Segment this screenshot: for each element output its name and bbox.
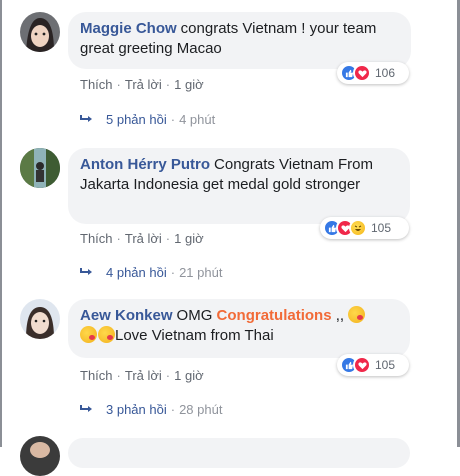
reaction-count: 105	[375, 358, 396, 372]
haha-icon	[349, 219, 367, 237]
reply-link[interactable]: Trả lời	[125, 368, 162, 383]
separator-dot: ·	[165, 231, 171, 246]
view-replies[interactable]: 3 phản hồi · 28 phút	[80, 402, 222, 418]
view-replies[interactable]: 4 phản hồi · 21 phút	[80, 265, 222, 281]
comment-actions: Thích · Trả lời · 1 giờ	[80, 368, 204, 384]
reply-link[interactable]: Trả lời	[125, 231, 162, 246]
comment-text-part: OMG	[176, 307, 213, 324]
separator-dot: ·	[170, 112, 176, 127]
timestamp[interactable]: 1 giờ	[174, 77, 204, 92]
reply-arrow-icon	[80, 265, 94, 281]
replies-time: 4 phút	[179, 112, 216, 127]
like-link[interactable]: Thích	[80, 368, 113, 383]
separator-dot: ·	[116, 368, 121, 383]
timestamp[interactable]: 1 giờ	[174, 368, 204, 383]
avatar[interactable]	[20, 148, 60, 188]
replies-time: 28 phút	[179, 402, 223, 417]
reaction-summary[interactable]: 105	[320, 217, 409, 239]
comment-text-part: ,,	[335, 307, 345, 324]
reaction-count: 106	[375, 66, 396, 80]
avatar[interactable]	[20, 12, 60, 52]
kiss-emoji-icon	[98, 326, 115, 343]
comment-actions: Thích · Trả lời · 1 giờ	[80, 231, 204, 247]
comment-bubble: Aew Konkew OMG Congratulations ,, Love Vi…	[68, 299, 410, 358]
comment-actions: Thích · Trả lời · 1 giờ	[80, 77, 204, 93]
comment-author[interactable]: Aew Konkew	[80, 307, 173, 324]
view-replies[interactable]: 5 phản hồi · 4 phút	[80, 112, 215, 128]
kiss-emoji-icon	[348, 306, 366, 323]
comment-text-part: Love Vietnam from Thai	[115, 327, 274, 344]
comment-author[interactable]: Anton Hérry Putro	[80, 156, 210, 173]
like-link[interactable]: Thích	[80, 77, 113, 92]
comment-bubble: Anton Hérry Putro Congrats Vietnam From J…	[68, 148, 410, 224]
avatar[interactable]	[20, 436, 60, 476]
highlighted-word[interactable]: Congratulations	[217, 307, 332, 324]
separator-dot: ·	[116, 231, 121, 246]
comment-bubble-partial	[68, 438, 410, 468]
reply-arrow-icon	[80, 402, 94, 418]
separator-dot: ·	[170, 402, 176, 417]
reaction-summary[interactable]: 105	[337, 354, 409, 376]
comment-author[interactable]: Maggie Chow	[80, 20, 177, 37]
replies-count[interactable]: 4 phản hồi	[106, 265, 167, 280]
timestamp[interactable]: 1 giờ	[174, 231, 204, 246]
avatar[interactable]	[20, 299, 60, 339]
love-icon	[353, 356, 371, 374]
reaction-summary[interactable]: 106	[337, 62, 409, 84]
comment-bubble: Maggie Chow congrats Vietnam ! your team …	[68, 12, 411, 69]
separator-dot: ·	[165, 77, 171, 92]
replies-count[interactable]: 5 phản hồi	[106, 112, 167, 127]
like-link[interactable]: Thích	[80, 231, 113, 246]
window-border-left	[0, 0, 2, 447]
separator-dot: ·	[165, 368, 171, 383]
reply-arrow-icon	[80, 112, 94, 128]
separator-dot: ·	[170, 265, 176, 280]
replies-time: 21 phút	[179, 265, 223, 280]
love-icon	[353, 64, 371, 82]
kiss-emoji-icon	[80, 326, 97, 343]
replies-count[interactable]: 3 phản hồi	[106, 402, 167, 417]
reply-link[interactable]: Trả lời	[125, 77, 162, 92]
reaction-count: 105	[371, 221, 392, 235]
separator-dot: ·	[116, 77, 121, 92]
